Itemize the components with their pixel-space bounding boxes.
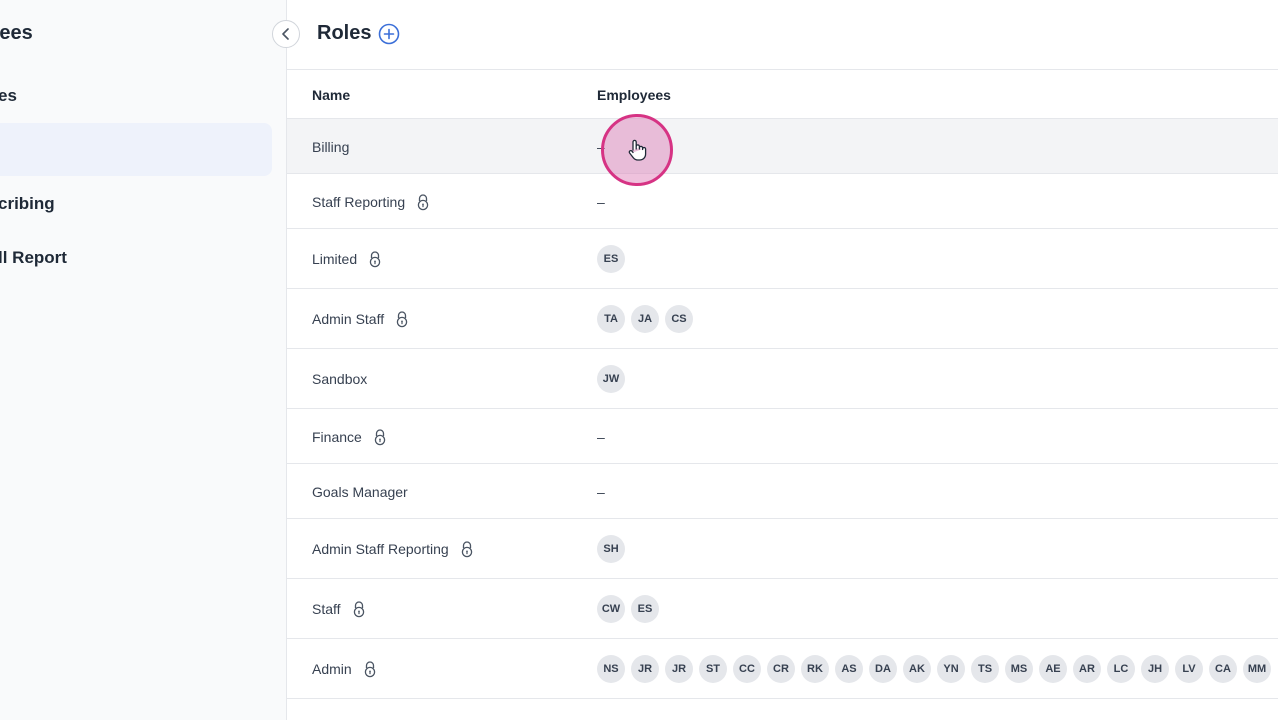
role-name-cell: Goals Manager xyxy=(312,482,408,502)
employee-avatar[interactable]: JA xyxy=(631,305,659,333)
sidebar-item-roles[interactable] xyxy=(0,123,272,176)
role-name[interactable]: Staff xyxy=(312,601,341,617)
employee-avatar[interactable]: CW xyxy=(597,595,625,623)
sidebar-title: oyees xyxy=(0,22,33,44)
role-name-cell: Limited xyxy=(312,249,383,269)
lock-icon xyxy=(459,540,475,558)
lock-icon xyxy=(362,660,378,678)
main-content: Roles Name Employees Billing – Staff Repor… xyxy=(287,0,1278,720)
page-title: Roles xyxy=(317,22,372,44)
role-name[interactable]: Limited xyxy=(312,251,357,267)
lock-icon xyxy=(367,250,383,268)
employee-avatar[interactable]: AR xyxy=(1073,655,1101,683)
cursor-highlight xyxy=(601,114,673,186)
table-row[interactable]: Admin Staff TA JA CS xyxy=(287,289,1278,349)
employees-cell: TA JA CS xyxy=(597,305,693,333)
employees-cell: – xyxy=(597,188,605,216)
add-role-button[interactable] xyxy=(378,23,400,45)
employees-cell: ES xyxy=(597,245,625,273)
employee-avatar[interactable]: YN xyxy=(937,655,965,683)
table-row[interactable]: Staff Reporting – xyxy=(287,174,1278,229)
employee-avatar[interactable]: CR xyxy=(767,655,795,683)
role-name[interactable]: Goals Manager xyxy=(312,484,408,500)
role-name-cell: Sandbox xyxy=(312,369,367,389)
employee-avatar[interactable]: SH xyxy=(597,535,625,563)
employee-avatar[interactable]: RK xyxy=(801,655,829,683)
sidebar-item-employees[interactable]: es xyxy=(0,86,17,106)
sidebar-item-subscribing[interactable]: cribing xyxy=(0,194,55,214)
table-header: Name Employees xyxy=(287,70,1278,119)
employee-avatar[interactable]: CS xyxy=(665,305,693,333)
role-name[interactable]: Finance xyxy=(312,429,362,445)
sidebar: oyees es cribing ll Report xyxy=(0,0,287,720)
employee-avatar[interactable]: JR xyxy=(665,655,693,683)
lock-icon xyxy=(394,310,410,328)
employee-avatar[interactable]: AE xyxy=(1039,655,1067,683)
employee-avatar[interactable]: LC xyxy=(1107,655,1135,683)
table-row[interactable]: Staff CW ES xyxy=(287,579,1278,639)
page-header: Roles xyxy=(287,0,1278,70)
role-name[interactable]: Admin Staff xyxy=(312,311,384,327)
employees-cell: NS JR JR ST CC CR RK AS DA AK YN TS MS AE AR LC JH LV CA MM xyxy=(597,655,1271,683)
employees-cell: SH xyxy=(597,535,625,563)
employee-avatar[interactable]: MM xyxy=(1243,655,1271,683)
employees-cell: – xyxy=(597,423,605,451)
role-name-cell: Finance xyxy=(312,427,388,447)
employee-avatar[interactable]: MS xyxy=(1005,655,1033,683)
collapse-sidebar-button[interactable] xyxy=(272,20,300,48)
employee-avatar[interactable]: AK xyxy=(903,655,931,683)
employee-avatar[interactable]: JH xyxy=(1141,655,1169,683)
empty-value: – xyxy=(597,483,605,500)
role-name-cell: Billing xyxy=(312,137,349,157)
employee-avatar[interactable]: CA xyxy=(1209,655,1237,683)
role-name-cell: Admin Staff Reporting xyxy=(312,539,475,559)
column-header-employees[interactable]: Employees xyxy=(597,87,671,103)
empty-value: – xyxy=(597,193,605,210)
employee-avatar[interactable]: ST xyxy=(699,655,727,683)
table-row[interactable]: Limited ES xyxy=(287,229,1278,289)
table-row[interactable]: Billing – xyxy=(287,119,1278,174)
employee-avatar[interactable]: JW xyxy=(597,365,625,393)
sidebar-item-report[interactable]: ll Report xyxy=(0,248,67,268)
role-name[interactable]: Admin Staff Reporting xyxy=(312,541,449,557)
employees-cell: JW xyxy=(597,365,625,393)
column-header-name[interactable]: Name xyxy=(312,87,350,103)
employees-cell: CW ES xyxy=(597,595,659,623)
chevron-left-icon xyxy=(282,28,289,40)
role-name[interactable]: Admin xyxy=(312,661,352,677)
role-name[interactable]: Sandbox xyxy=(312,371,367,387)
empty-value: – xyxy=(597,428,605,445)
employee-avatar[interactable]: DA xyxy=(869,655,897,683)
employee-avatar[interactable]: TA xyxy=(597,305,625,333)
plus-circle-icon xyxy=(378,23,400,45)
hand-pointer-icon xyxy=(628,139,647,161)
employee-avatar[interactable]: AS xyxy=(835,655,863,683)
lock-icon xyxy=(415,193,431,211)
employee-avatar[interactable]: ES xyxy=(597,245,625,273)
table-row[interactable]: Admin Staff Reporting SH xyxy=(287,519,1278,579)
employee-avatar[interactable]: JR xyxy=(631,655,659,683)
lock-icon xyxy=(372,428,388,446)
role-name-cell: Staff xyxy=(312,599,367,619)
employee-avatar[interactable]: TS xyxy=(971,655,999,683)
role-name[interactable]: Staff Reporting xyxy=(312,194,405,210)
lock-icon xyxy=(351,600,367,618)
role-name-cell: Admin Staff xyxy=(312,309,410,329)
table-row[interactable]: Finance – xyxy=(287,409,1278,464)
employees-cell: – xyxy=(597,478,605,506)
role-name-cell: Staff Reporting xyxy=(312,192,431,212)
table-row[interactable]: Sandbox JW xyxy=(287,349,1278,409)
employee-avatar[interactable]: ES xyxy=(631,595,659,623)
role-name-cell: Admin xyxy=(312,659,378,679)
table-row[interactable]: Admin NS JR JR ST CC CR RK AS DA AK YN TS MS AE AR LC JH L… xyxy=(287,639,1278,699)
employee-avatar[interactable]: NS xyxy=(597,655,625,683)
employee-avatar[interactable]: LV xyxy=(1175,655,1203,683)
table-row[interactable]: Goals Manager – xyxy=(287,464,1278,519)
role-name[interactable]: Billing xyxy=(312,139,349,155)
employee-avatar[interactable]: CC xyxy=(733,655,761,683)
